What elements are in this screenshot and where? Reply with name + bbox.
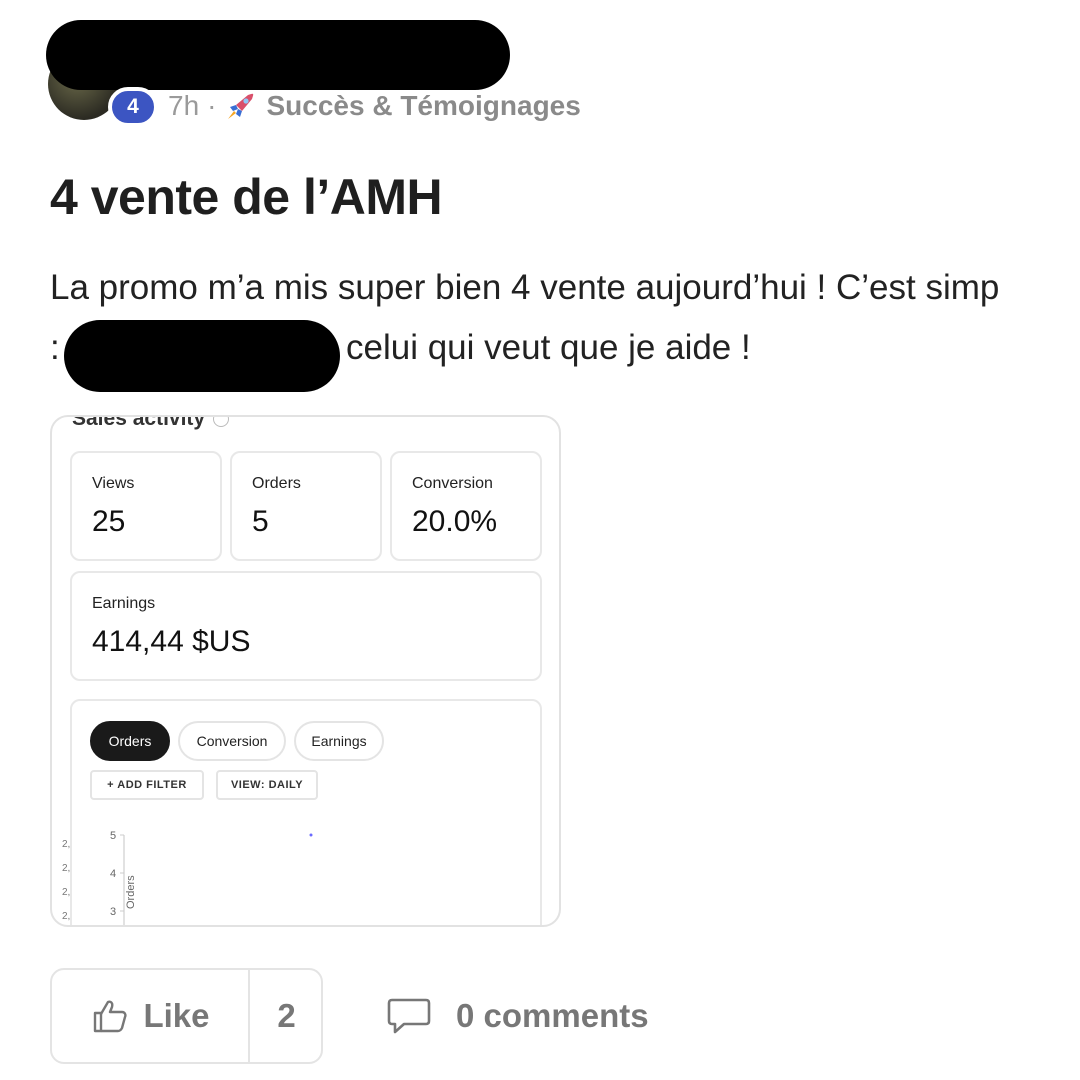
attached-image[interactable]: Sales activity Views 25 Orders 5 Convers… xyxy=(50,415,561,927)
rocket-icon xyxy=(228,93,254,119)
body-colon: : xyxy=(50,328,60,367)
views-label: Views xyxy=(92,475,135,492)
sales-activity-title: Sales activity xyxy=(72,415,230,431)
post-meta: 7h · Succès & Témoignages xyxy=(168,86,581,126)
view-daily-button[interactable]: VIEW: DAILY xyxy=(216,770,318,800)
add-filter-button[interactable]: + ADD FILTER xyxy=(90,770,204,800)
comments-link[interactable]: 0 comments xyxy=(386,992,649,1040)
orders-chart: 5 4 3 2, 2, 2, 2, Orders xyxy=(62,830,313,925)
data-point xyxy=(309,833,313,837)
reaction-bar: Like 2 xyxy=(50,968,323,1064)
y-tick-label: 4 xyxy=(110,868,116,880)
conversion-label: Conversion xyxy=(412,475,493,492)
like-button[interactable]: Like xyxy=(52,970,249,1062)
views-value: 25 xyxy=(92,505,126,538)
info-icon xyxy=(213,417,230,428)
orders-label: Orders xyxy=(252,475,301,492)
conversion-card: Conversion 20.0% xyxy=(390,451,542,561)
post-title: 4 vente de l’AMH xyxy=(50,169,443,225)
comment-bubble-icon xyxy=(387,998,431,1034)
y-tick-label: 3 xyxy=(110,906,116,918)
redacted-mention xyxy=(64,320,340,392)
body-line-2-text: celui qui veut que je aide ! xyxy=(346,328,751,367)
post-body-line-1: La promo m’a mis super bien 4 vente aujo… xyxy=(50,268,1000,307)
level-badge: 4 xyxy=(108,87,158,127)
meta-separator: · xyxy=(207,90,217,121)
tab-earnings[interactable]: Earnings xyxy=(294,721,384,761)
post-category[interactable]: Succès & Témoignages xyxy=(266,90,580,122)
orders-card: Orders 5 xyxy=(230,451,382,561)
like-count[interactable]: 2 xyxy=(250,970,323,1062)
y-axis-label: Orders xyxy=(125,875,137,909)
post-time: 7h xyxy=(168,90,200,121)
views-card: Views 25 xyxy=(70,451,222,561)
comments-label: 0 comments xyxy=(456,997,649,1034)
y-tick-label: 5 xyxy=(110,830,116,842)
tab-orders[interactable]: Orders xyxy=(90,721,170,761)
left-axis-tick: 2, xyxy=(62,911,70,922)
tab-conversion[interactable]: Conversion xyxy=(178,721,286,761)
earnings-label: Earnings xyxy=(92,595,156,612)
redacted-author-name xyxy=(46,20,510,90)
left-axis-tick: 2, xyxy=(62,863,70,874)
orders-value: 5 xyxy=(252,505,269,538)
conversion-value: 20.0% xyxy=(412,505,498,538)
left-axis-tick: 2, xyxy=(62,887,70,898)
thumbs-up-icon xyxy=(94,1000,128,1033)
earnings-value: 414,44 $US xyxy=(92,625,251,658)
sales-activity-title-text: Sales activity xyxy=(72,415,206,430)
like-label: Like xyxy=(143,997,210,1034)
left-axis-tick: 2, xyxy=(62,839,70,850)
earnings-card: Earnings 414,44 $US xyxy=(70,571,542,681)
